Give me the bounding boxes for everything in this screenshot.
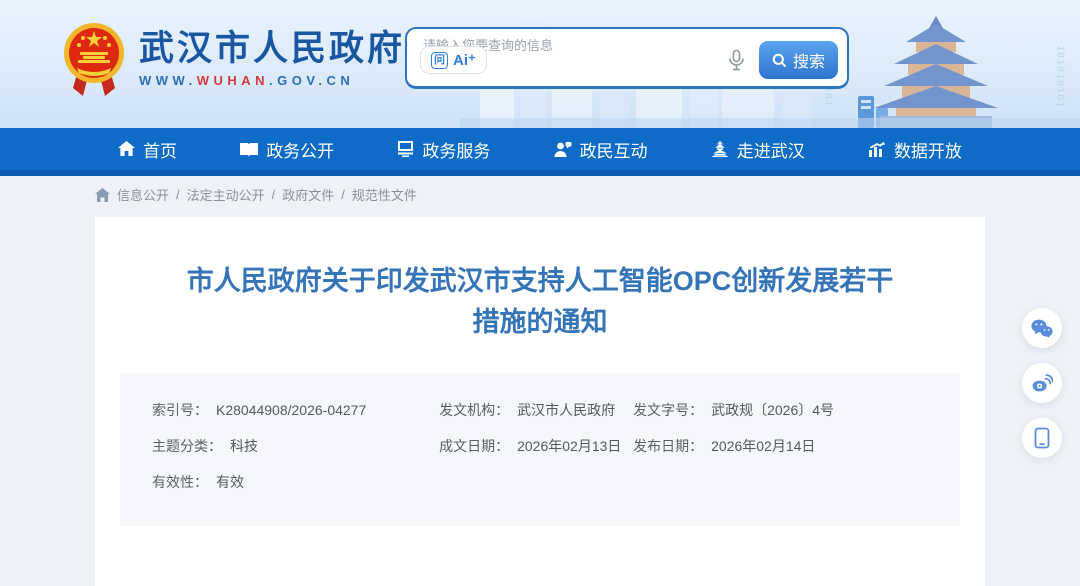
nav-item-home[interactable]: 首页	[118, 137, 177, 162]
nav-item-gov-info[interactable]: 政务公开	[240, 137, 334, 162]
document-card: 市人民政府关于印发武汉市支持人工智能OPC创新发展若干措施的通知 索引号： K28…	[95, 217, 985, 586]
meta-written-date: 成文日期： 2026年02月13日	[439, 438, 622, 454]
search-button[interactable]: 搜索	[758, 41, 838, 79]
breadcrumb-item[interactable]: 规范性文件	[352, 185, 417, 204]
book-icon	[240, 142, 259, 157]
ask-ai-button[interactable]: 问 Ai⁺	[420, 46, 487, 74]
ask-ai-icon: 问	[431, 51, 448, 69]
weibo-icon	[1032, 373, 1053, 391]
breadcrumb-home-icon[interactable]	[95, 187, 110, 202]
page: { "header": { "site_title": "武汉市人民政府", "…	[0, 0, 1080, 586]
person-chat-icon	[554, 142, 572, 157]
mobile-version-button[interactable]	[1022, 418, 1062, 458]
breadcrumb-separator: /	[271, 187, 276, 202]
meta-index-number: 索引号： K28044908/2026-04277	[152, 402, 367, 418]
mobile-phone-icon	[1034, 427, 1050, 449]
meta-document-number: 发文字号： 武政规〔2026〕4号	[633, 402, 835, 418]
wechat-icon	[1031, 319, 1053, 338]
search-area: 问 Ai⁺ 搜索	[405, 27, 849, 89]
meta-validity: 有效性： 有效	[152, 474, 244, 490]
breadcrumb-item[interactable]: 政府文件	[282, 185, 334, 204]
site-header: 10101010101 101010101	[0, 0, 1080, 128]
home-icon	[118, 141, 135, 156]
nav-item-open-data[interactable]: 数据开放	[868, 137, 962, 162]
chart-icon	[868, 141, 885, 157]
search-box: 问 Ai⁺ 搜索	[405, 27, 849, 89]
main-nav: 首页 政务公开 政务服务 政民互动 走进武汉 数据开放	[0, 128, 1080, 176]
breadcrumb-separator: /	[341, 187, 345, 202]
pagoda-icon	[712, 141, 728, 157]
document-title: 市人民政府关于印发武汉市支持人工智能OPC创新发展若干措施的通知	[186, 266, 894, 337]
svg-text:101010101: 101010101	[1055, 45, 1066, 108]
meta-publish-date: 发布日期： 2026年02月14日	[633, 438, 816, 454]
hot-search-row: 热搜词： 医保家庭共济 生育津贴 公积金 创业补贴 低保 灵活就业登记	[810, 126, 1080, 128]
weibo-share-button[interactable]	[1022, 363, 1062, 403]
nav-item-gov-services[interactable]: 政务服务	[397, 137, 490, 162]
nav-item-interaction[interactable]: 政民互动	[554, 137, 648, 162]
search-icon	[772, 53, 787, 67]
breadcrumb-item[interactable]: 信息公开	[117, 185, 169, 204]
document-meta-panel: 索引号： K28044908/2026-04277 发文机构： 武汉市人民政府 发文…	[120, 373, 960, 526]
wechat-share-button[interactable]	[1022, 308, 1062, 348]
site-url: WWW.WUHAN.GOV.CN	[139, 73, 355, 88]
microphone-icon[interactable]	[728, 49, 745, 71]
site-title: 武汉市人民政府	[139, 29, 406, 68]
meta-topic-category: 主题分类： 科技	[152, 438, 258, 454]
monitor-icon	[398, 141, 414, 157]
nav-item-about-wuhan[interactable]: 走进武汉	[711, 137, 805, 162]
breadcrumb: 信息公开 / 法定主动公开 / 政府文件 / 规范性文件	[95, 185, 1080, 204]
nav-bottom-strip	[0, 170, 1080, 176]
breadcrumb-item[interactable]: 法定主动公开	[187, 185, 265, 204]
breadcrumb-separator: /	[176, 187, 180, 202]
site-logo[interactable]: 武汉市人民政府 WWW.WUHAN.GOV.CN	[63, 22, 405, 96]
national-emblem-icon	[64, 23, 124, 96]
floating-share-tools	[1022, 308, 1062, 458]
yellow-crane-tower	[874, 16, 998, 128]
meta-issuing-agency: 发文机构： 武汉市人民政府	[439, 402, 616, 418]
